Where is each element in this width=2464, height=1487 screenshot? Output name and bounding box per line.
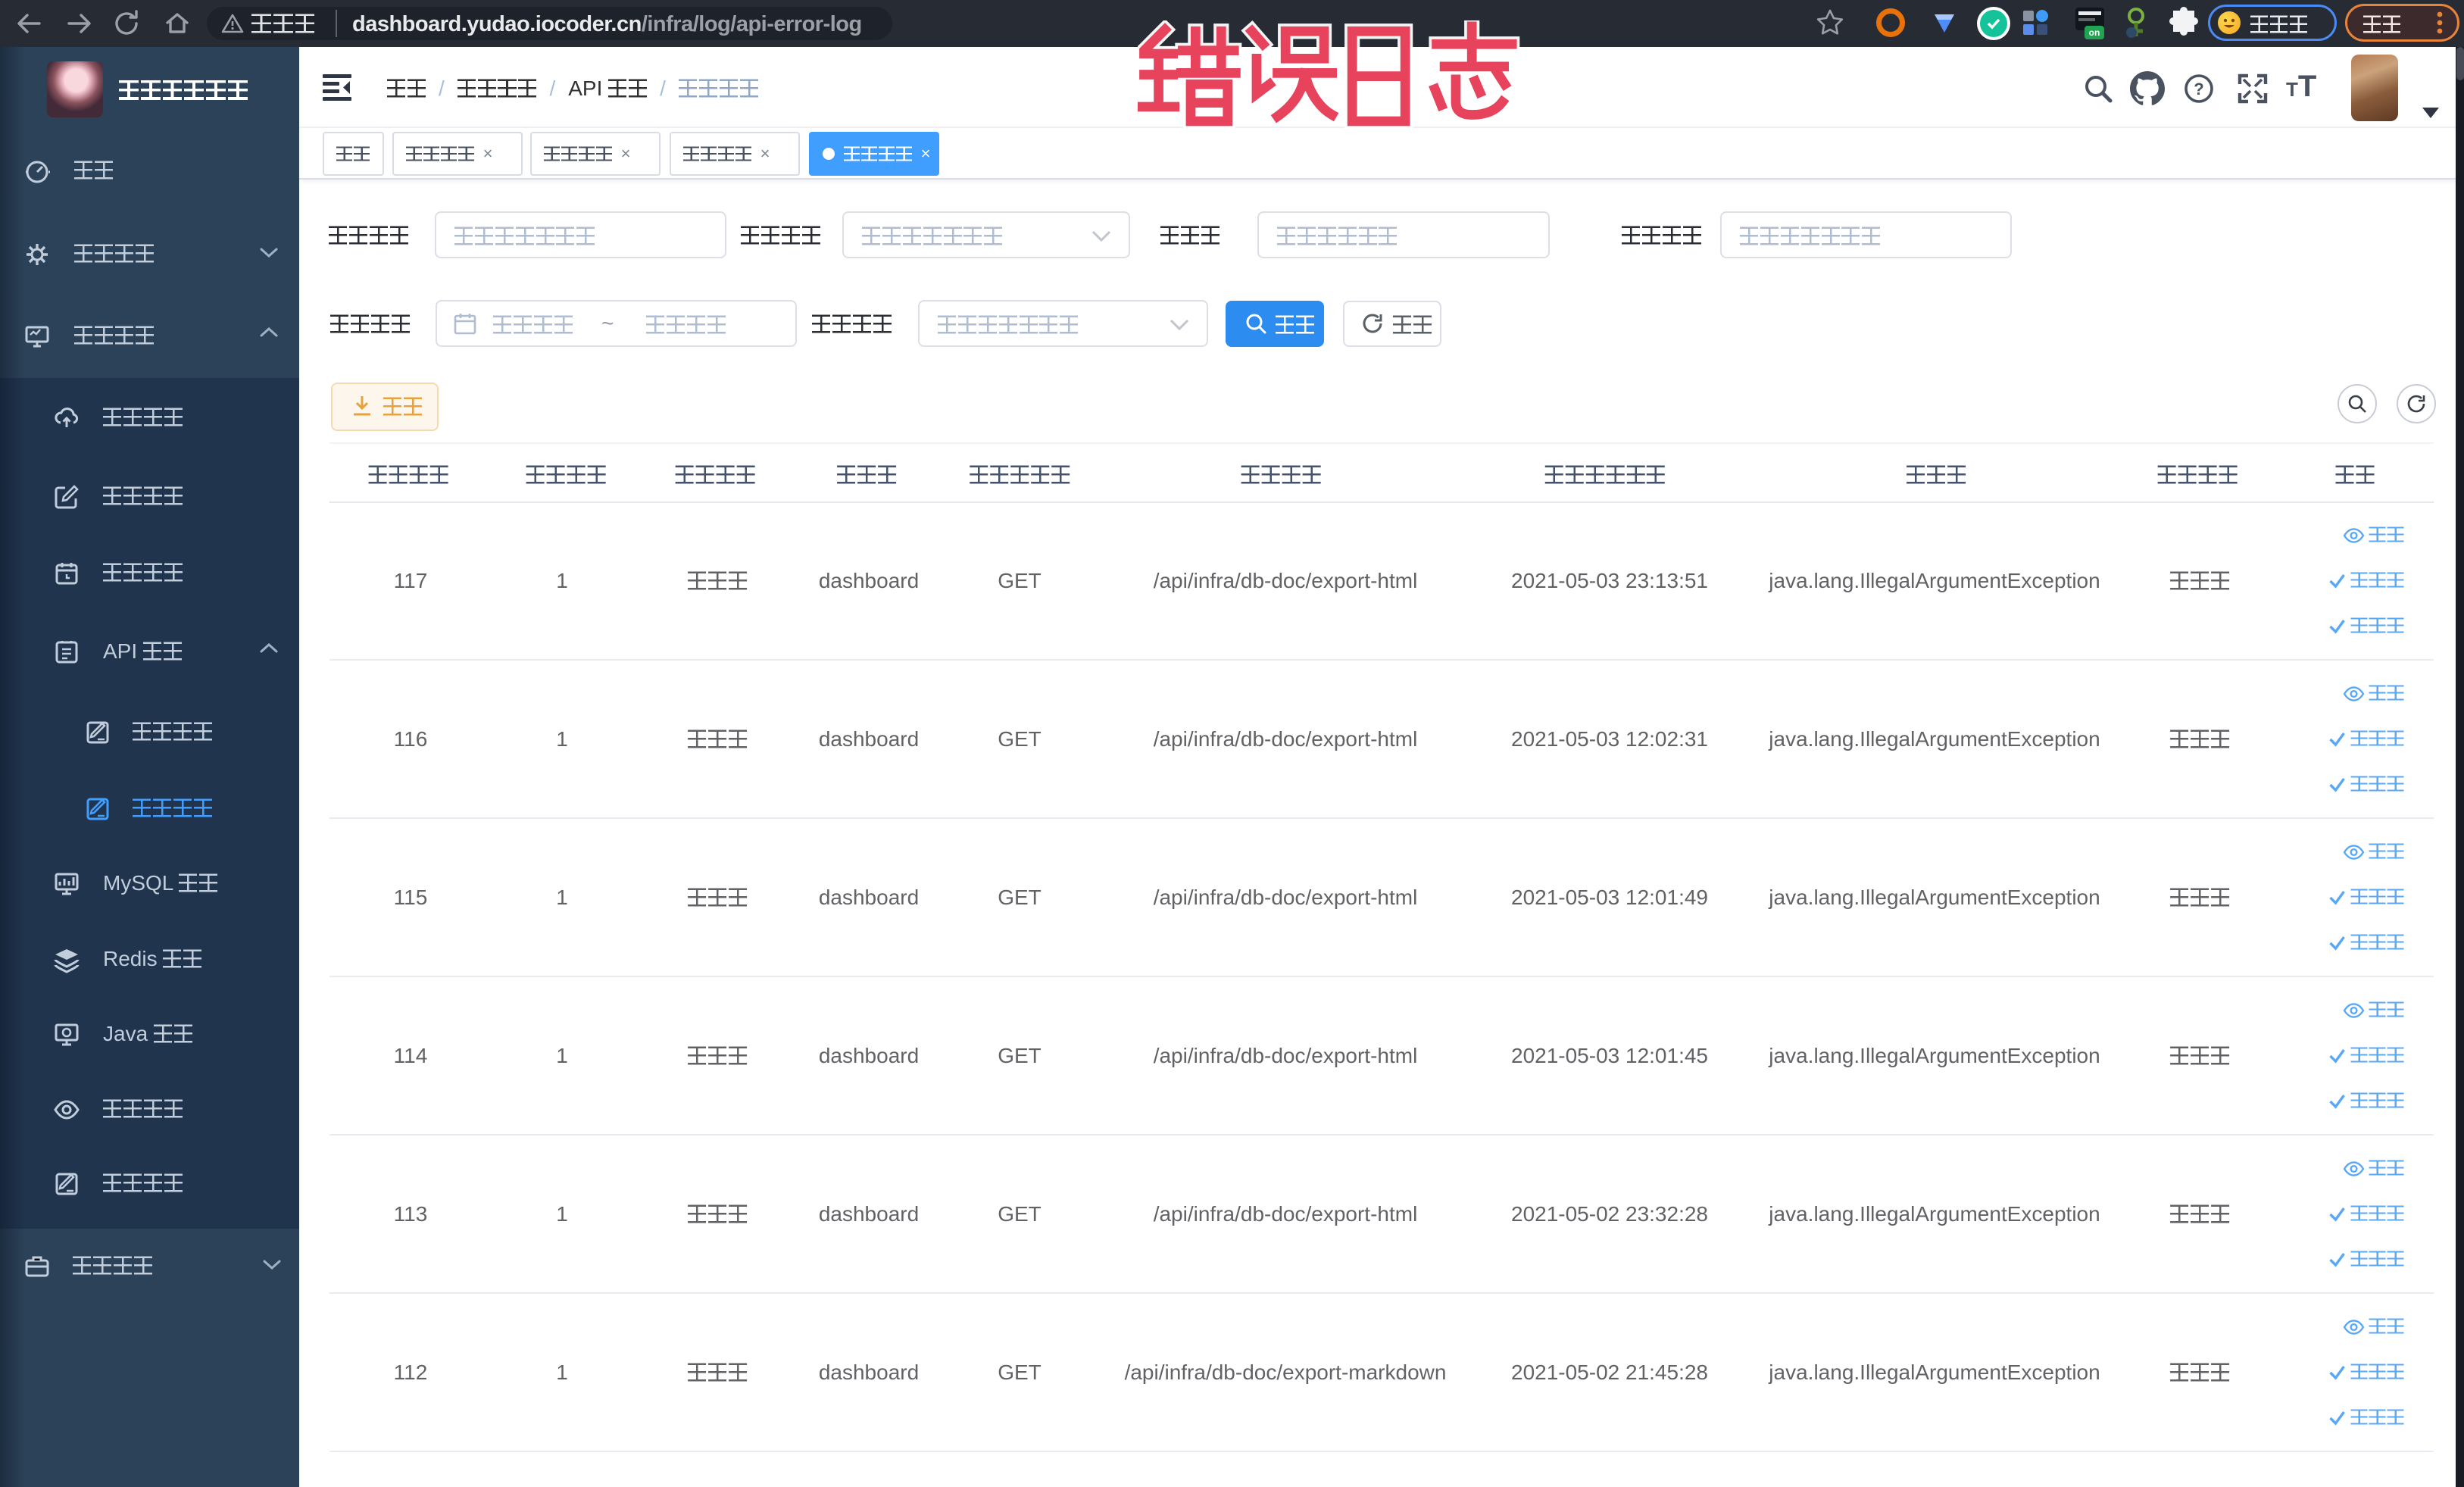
svg-text:on: on [2089, 27, 2100, 38]
svg-text:?: ? [2194, 80, 2203, 98]
